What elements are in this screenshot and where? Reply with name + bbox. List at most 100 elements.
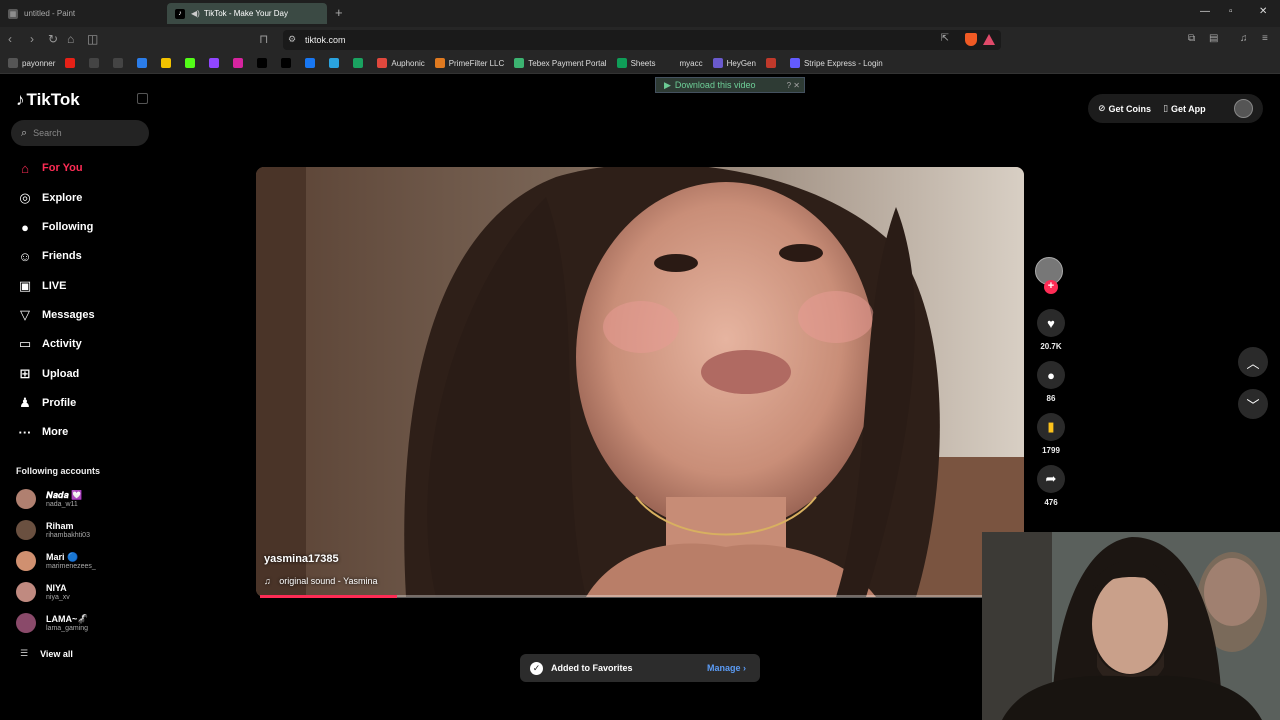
- bookmark-item[interactable]: [209, 58, 223, 68]
- bookmark-item[interactable]: [137, 58, 151, 68]
- following-account[interactable]: Mari 🔵 marimenezees_: [16, 548, 156, 574]
- chevron-up-icon: ︿: [1246, 355, 1260, 371]
- bookmark-item[interactable]: [233, 58, 247, 68]
- site-settings-icon[interactable]: ⚙: [288, 34, 296, 45]
- bookmark-item[interactable]: [89, 58, 103, 68]
- bookmark-item[interactable]: [113, 58, 127, 68]
- video-sound[interactable]: ♫ original sound - Yasmina: [264, 576, 378, 586]
- bookmark-item[interactable]: HeyGen: [712, 58, 756, 68]
- like-action[interactable]: ♥ 20.7K: [1036, 309, 1066, 351]
- following-account[interactable]: NIYA niya_xv: [16, 579, 156, 605]
- home-icon[interactable]: ⌂: [67, 32, 74, 46]
- bookmark-icon: [89, 58, 100, 68]
- menu-icon[interactable]: ≡: [1262, 33, 1268, 44]
- share-icon[interactable]: ⇱: [941, 33, 949, 44]
- share-action[interactable]: ➦ 476: [1036, 465, 1066, 507]
- reload-button[interactable]: ↻: [48, 32, 58, 46]
- sidebar-item-profile[interactable]: ♟ Profile: [16, 394, 156, 412]
- address-toolbar: ‹ › ↻ ⌂ ◫ ⊓ ⚙ tiktok.com ⇱ ⧉ ▤ ♫ ≡: [0, 27, 1280, 53]
- back-button[interactable]: ‹: [8, 32, 12, 46]
- get-app-button[interactable]: ▯ Get App: [1163, 103, 1206, 114]
- bookmark-item[interactable]: [765, 58, 780, 68]
- tab-paint[interactable]: ▦ untitled - Paint: [0, 3, 160, 24]
- comment-icon[interactable]: ●: [1037, 361, 1065, 389]
- wallet-icon[interactable]: ▤: [1209, 33, 1218, 44]
- extensions-icon[interactable]: ⧉: [1188, 33, 1195, 44]
- bookmark-item[interactable]: [185, 58, 199, 68]
- media-icon[interactable]: ♫: [1240, 33, 1248, 44]
- manage-link[interactable]: Manage ›: [707, 663, 746, 673]
- creator-avatar[interactable]: +: [1035, 257, 1063, 294]
- new-tab-button[interactable]: +: [335, 5, 343, 20]
- get-coins-button[interactable]: ⊘ Get Coins: [1098, 103, 1151, 114]
- profile-avatar[interactable]: [1234, 99, 1253, 118]
- account-handle: nada_w11: [46, 500, 78, 508]
- bookmark-item[interactable]: Tebex Payment Portal: [514, 58, 607, 68]
- favorite-action[interactable]: ▮ 1799: [1036, 413, 1066, 455]
- next-video-button[interactable]: ﹀: [1238, 389, 1268, 419]
- sidebar-item-label: More: [42, 426, 69, 438]
- video-player[interactable]: [256, 167, 1024, 597]
- search-icon: ⌕: [21, 126, 28, 139]
- heart-icon[interactable]: ♥: [1037, 309, 1065, 337]
- comment-action[interactable]: ● 86: [1036, 361, 1066, 403]
- tab-tiktok[interactable]: ♪ ◀) TikTok - Make Your Day: [167, 3, 327, 24]
- minimize-button[interactable]: —: [1200, 6, 1210, 17]
- share-arrow-icon[interactable]: ➦: [1037, 465, 1065, 493]
- bookmark-item[interactable]: [65, 58, 79, 68]
- bookmark-item[interactable]: myacc: [665, 58, 703, 68]
- sidebar-item-live[interactable]: ▣ LIVE: [16, 277, 156, 295]
- sidebar-item-label: Messages: [42, 309, 95, 321]
- bookmark-icon[interactable]: ▮: [1037, 413, 1065, 441]
- following-account[interactable]: Riham rihambakhti03: [16, 517, 156, 543]
- following-account[interactable]: LAMA~🦨 lama_gaming: [16, 610, 156, 636]
- forward-button[interactable]: ›: [30, 32, 34, 46]
- bookmark-page-icon[interactable]: ⊓: [259, 32, 268, 46]
- bookmark-item[interactable]: PrimeFilter LLC: [434, 58, 504, 68]
- view-all-link[interactable]: ☰ View all: [20, 648, 73, 659]
- brave-rewards-icon[interactable]: [983, 34, 995, 45]
- close-download-icon[interactable]: ? ✕: [787, 81, 800, 90]
- follow-plus-icon[interactable]: +: [1044, 280, 1058, 294]
- following-account[interactable]: 𝑵𝒂𝒅𝒂 💟 nada_w11: [16, 486, 156, 512]
- sidebar-item-explore[interactable]: ◎ Explore: [16, 189, 156, 207]
- bookmark-label: Auphonic: [391, 58, 425, 68]
- folder-icon: [665, 58, 676, 68]
- bookmark-item[interactable]: payonner: [8, 58, 55, 68]
- speaker-icon[interactable]: ◀): [191, 9, 200, 18]
- app-icon: [765, 58, 776, 68]
- tebex-icon: [514, 58, 525, 68]
- brave-shield-icon[interactable]: [965, 33, 977, 46]
- bookmark-item[interactable]: [257, 58, 271, 68]
- bookmark-item[interactable]: [161, 58, 175, 68]
- sidebar-item-following[interactable]: ● Following: [16, 218, 156, 236]
- bookmark-item[interactable]: [305, 58, 319, 68]
- search-input[interactable]: ⌕ Search: [11, 120, 149, 146]
- sidebar-item-label: Profile: [42, 397, 77, 409]
- sidebar-item-upload[interactable]: ⊞ Upload: [16, 365, 156, 383]
- sidebar-item-label: Friends: [42, 250, 82, 262]
- sidebar-toggle-icon[interactable]: ◫: [87, 32, 98, 46]
- bookmark-item[interactable]: [281, 58, 295, 68]
- sidebar-item-messages[interactable]: ▽ Messages: [16, 306, 156, 324]
- download-video-bar[interactable]: ▶ Download this video ? ✕: [655, 77, 805, 93]
- bookmark-item[interactable]: Auphonic: [377, 58, 425, 68]
- collapse-sidebar-icon[interactable]: [137, 93, 148, 104]
- sidebar-item-friends[interactable]: ☺ Friends: [16, 247, 156, 265]
- sidebar-item-more[interactable]: ··· More: [16, 423, 156, 441]
- app-icon: [353, 58, 364, 68]
- tiktok-logo[interactable]: ♪ TikTok: [16, 90, 80, 110]
- bookmark-item[interactable]: [353, 58, 367, 68]
- bookmark-item[interactable]: Sheets: [616, 58, 655, 68]
- bookmark-item[interactable]: Stripe Express - Login: [789, 58, 883, 68]
- video-username[interactable]: yasmina17385: [264, 553, 339, 565]
- address-bar[interactable]: ⚙ tiktok.com ⇱: [283, 30, 1001, 50]
- close-window-button[interactable]: ✕: [1259, 6, 1267, 17]
- bookmark-item[interactable]: [329, 58, 343, 68]
- sidebar-item-activity[interactable]: ▭ Activity: [16, 335, 156, 353]
- video-progress-bar[interactable]: [260, 595, 982, 598]
- previous-video-button[interactable]: ︿: [1238, 347, 1268, 377]
- restore-button[interactable]: ▫: [1229, 6, 1233, 17]
- sidebar-item-for-you[interactable]: ⌂ For You: [16, 159, 156, 177]
- profile-icon: ♟: [19, 395, 31, 410]
